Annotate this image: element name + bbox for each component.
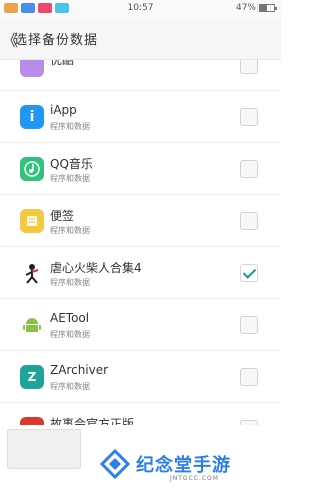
bottom-bar: 纪念堂手游 JNTGCC.COM: [0, 425, 281, 500]
android-icon: [20, 313, 44, 337]
app-row[interactable]: i iApp 程序和数据: [0, 91, 281, 143]
stickman-icon: [20, 261, 44, 285]
app-name: ZArchiver: [50, 363, 109, 377]
iapp-icon: i: [20, 105, 44, 129]
app-name: AETool: [50, 311, 90, 325]
app-name: 便签: [50, 209, 75, 223]
app-name: 故事会官方正版: [50, 417, 135, 425]
select-checkbox[interactable]: [240, 316, 258, 334]
back-button[interactable]: 《: [2, 27, 18, 51]
app-name: 虐心火柴人合集4: [50, 261, 142, 275]
app-subtitle: 程序和数据: [50, 174, 90, 183]
battery-icon: [259, 4, 277, 12]
app-name: iApp: [50, 103, 77, 117]
app-list: 优酷 i iApp 程序和数据 QQ音乐 程序和数据 便签 程序和数据 虐心火柴人合集4 程序和数…: [0, 60, 281, 425]
app-name: QQ音乐: [50, 157, 93, 171]
app-row[interactable]: 故事故事会官方正版程序和数据: [0, 403, 281, 425]
select-checkbox[interactable]: [240, 160, 258, 178]
app-row[interactable]: 便签 程序和数据: [0, 195, 281, 247]
status-right: 47%: [235, 3, 277, 13]
battery-percent: 47%: [235, 3, 256, 13]
page-title: 选择备份数据: [14, 33, 99, 48]
bottom-button[interactable]: [7, 429, 81, 469]
select-checkbox[interactable]: [240, 212, 258, 230]
app-subtitle: 程序和数据: [50, 330, 90, 339]
app-row[interactable]: QQ音乐程序和数据: [0, 143, 281, 195]
app-subtitle: 程序和数据: [50, 382, 90, 391]
watermark-text: 纪念堂手游: [136, 455, 231, 476]
select-checkbox[interactable]: [240, 368, 258, 386]
select-checkbox[interactable]: [240, 60, 258, 74]
watermark-url: JNTGCC.COM: [170, 475, 219, 482]
app-row[interactable]: 虐心火柴人合集4 程序和数据: [0, 247, 281, 299]
app-subtitle: 程序和数据: [50, 226, 90, 235]
youku-icon: [20, 60, 44, 77]
app-subtitle: 程序和数据: [50, 122, 90, 131]
app-subtitle: 程序和数据: [50, 278, 90, 287]
qq-music-icon: [20, 157, 44, 181]
app-name: 优酷: [50, 60, 75, 67]
select-checkbox[interactable]: [240, 264, 258, 282]
status-bar: 10:57 47%: [0, 0, 281, 18]
watermark-logo-icon: [100, 449, 130, 479]
gushihui-icon: 故事: [20, 417, 44, 425]
zarchiver-icon: Z: [20, 365, 44, 389]
notes-icon: [20, 209, 44, 233]
app-row[interactable]: Z ZArchiver 程序和数据: [0, 351, 281, 403]
page-header: 《 选择备份数据: [0, 18, 281, 60]
select-checkbox[interactable]: [240, 108, 258, 126]
app-row[interactable]: AETool 程序和数据: [0, 299, 281, 351]
app-row[interactable]: 优酷: [0, 60, 281, 91]
